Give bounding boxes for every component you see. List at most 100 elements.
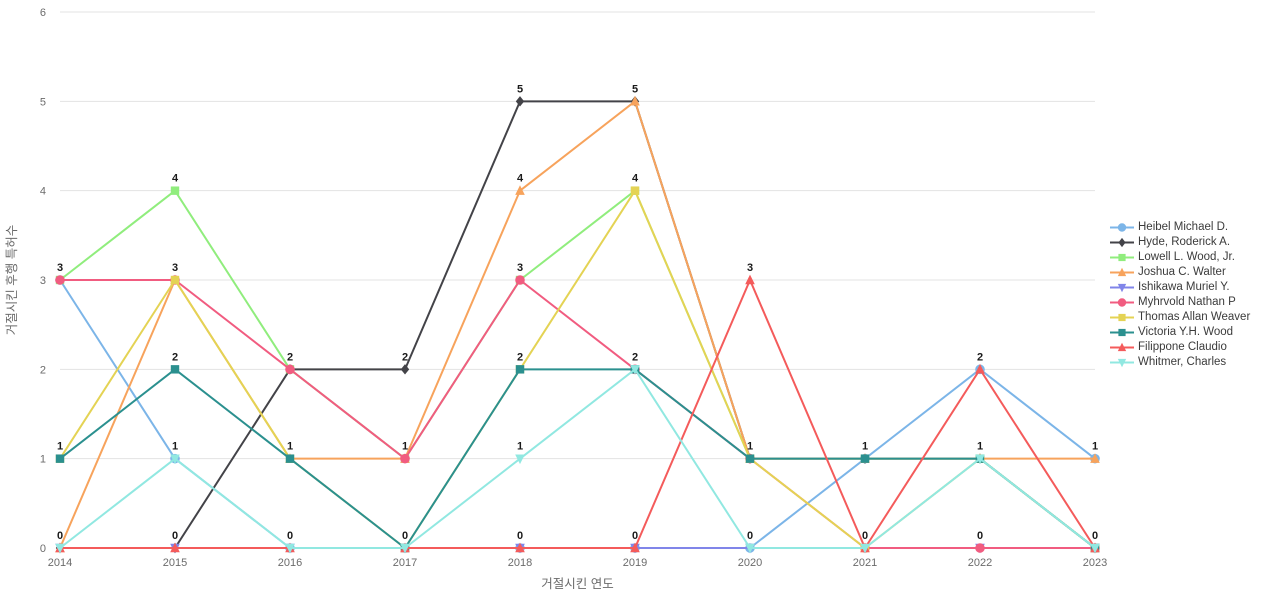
legend-item[interactable]: Hyde, Roderick A. [1108,235,1280,250]
legend-point-marker [1118,313,1126,322]
legend-item[interactable]: Victoria Y.H. Wood [1108,325,1280,340]
data-point-marker[interactable] [975,543,985,553]
y-tick-label: 5 [40,96,46,108]
legend-point-marker [1117,223,1127,232]
legend-marker-icon [1108,250,1136,265]
x-tick-label: 2023 [1083,557,1107,569]
y-tick-label: 6 [40,7,46,19]
data-point-marker[interactable] [860,454,870,463]
data-point-marker[interactable] [630,186,640,195]
legend-point-marker [1117,298,1127,307]
legend-item[interactable]: Myhrvold Nathan P [1108,295,1280,310]
data-point-marker[interactable] [400,364,410,375]
data-point-marker[interactable] [55,454,65,463]
legend-marker-icon [1108,280,1136,295]
y-axis-title: 거절시킨 후행 특허수 [4,225,19,335]
data-point-marker[interactable] [745,274,755,285]
data-point-label: 3 [517,262,523,274]
legend-marker-icon [1108,310,1136,325]
data-point-label: 1 [57,441,63,453]
y-tick-label: 0 [40,543,46,555]
data-point-marker[interactable] [515,365,525,374]
data-point-marker[interactable] [170,186,180,195]
legend-item[interactable]: Ishikawa Muriel Y. [1108,280,1280,295]
legend-label: Heibel Michael D. [1138,221,1229,233]
data-point-marker[interactable] [515,96,525,107]
data-point-marker[interactable] [515,185,525,195]
legend-label: Filippone Claudio [1138,341,1227,353]
data-point-label: 0 [402,530,408,542]
data-point-marker[interactable] [170,275,180,285]
x-tick-label: 2019 [623,557,647,569]
legend-label: Victoria Y.H. Wood [1138,326,1234,338]
legend-marker-icon [1108,340,1136,355]
data-point-marker[interactable] [515,454,525,465]
x-tick-label: 2014 [48,557,72,569]
legend-point-marker [1118,237,1126,248]
y-tick-label: 3 [40,275,46,287]
legend-item[interactable]: Joshua C. Walter [1108,265,1280,280]
x-tick-label: 2020 [738,557,762,569]
data-point-label: 1 [862,441,868,453]
x-tick-label: 2018 [508,557,532,569]
data-point-label: 3 [172,262,178,274]
data-point-marker[interactable] [400,453,410,464]
legend-item[interactable]: Lowell L. Wood, Jr. [1108,250,1280,265]
legend-point-marker [1118,253,1126,262]
legend-label: Whitmer, Charles [1138,356,1227,368]
data-point-label: 0 [57,530,63,542]
chart-plot-area: 01234562014 2015 2016 2017 2018 2019 2020 2021 2… [4,7,1107,591]
x-tick-label: 2017 [393,557,417,569]
line-chart: 0 1 2 3 4 5 6 2014 2015 2016 2017 2018 2019 2020 2021 2… [0,0,1280,600]
data-point-label: 2 [517,351,523,363]
data-point-label: 0 [862,530,868,542]
legend-label: Joshua C. Walter [1138,266,1226,278]
x-tick-label: 2015 [163,557,187,569]
legend-item[interactable]: Heibel Michael D. [1108,220,1280,235]
data-point-label: 1 [172,441,178,453]
data-point-label: 2 [287,351,293,363]
data-point-label: 0 [287,530,293,542]
legend-item[interactable]: Thomas Allan Weaver [1108,310,1280,325]
data-point-marker[interactable] [170,365,180,374]
legend-item[interactable]: Filippone Claudio [1108,340,1280,355]
data-point-marker[interactable] [285,454,295,463]
data-point-label: 0 [1092,530,1098,542]
data-point-label: 4 [632,173,639,185]
legend-label: Myhrvold Nathan P [1138,296,1236,308]
legend-marker-icon [1108,325,1136,340]
data-point-label: 1 [977,441,983,453]
data-point-label: 2 [172,351,178,363]
chart-legend: Heibel Michael D. Hyde, Roderick A. Lowell… [1108,220,1280,370]
data-point-marker[interactable] [55,275,65,285]
data-point-marker[interactable] [745,454,755,463]
legend-label: Thomas Allan Weaver [1138,311,1251,323]
legend-marker-icon [1108,295,1136,310]
data-point-label: 1 [517,441,523,453]
legend-marker-icon [1108,220,1136,235]
data-point-label: 0 [977,530,983,542]
legend-item[interactable]: Whitmer, Charles [1108,355,1280,370]
data-point-label: 1 [747,441,753,453]
data-point-label: 1 [287,441,293,453]
legend-label: Hyde, Roderick A. [1138,236,1231,248]
data-point-label: 0 [747,530,753,542]
data-point-label: 0 [172,530,178,542]
x-tick-label: 2021 [853,557,877,569]
legend-point-marker [1118,328,1126,337]
data-point-label: 1 [402,441,408,453]
legend-label: Lowell L. Wood, Jr. [1138,251,1235,263]
data-point-marker[interactable] [285,364,295,375]
legend-marker-icon [1108,265,1136,280]
data-point-label: 4 [517,173,524,185]
legend-marker-icon [1108,235,1136,250]
data-point-label: 4 [172,173,179,185]
y-tick-label: 4 [40,186,46,198]
data-point-label: 0 [517,530,523,542]
x-axis-title: 거절시킨 연도 [541,577,613,591]
data-point-label: 2 [977,351,983,363]
data-point-marker[interactable] [515,275,525,285]
data-point-label: 2 [402,351,408,363]
data-point-label: 3 [57,262,63,274]
data-point-label: 5 [517,83,523,95]
